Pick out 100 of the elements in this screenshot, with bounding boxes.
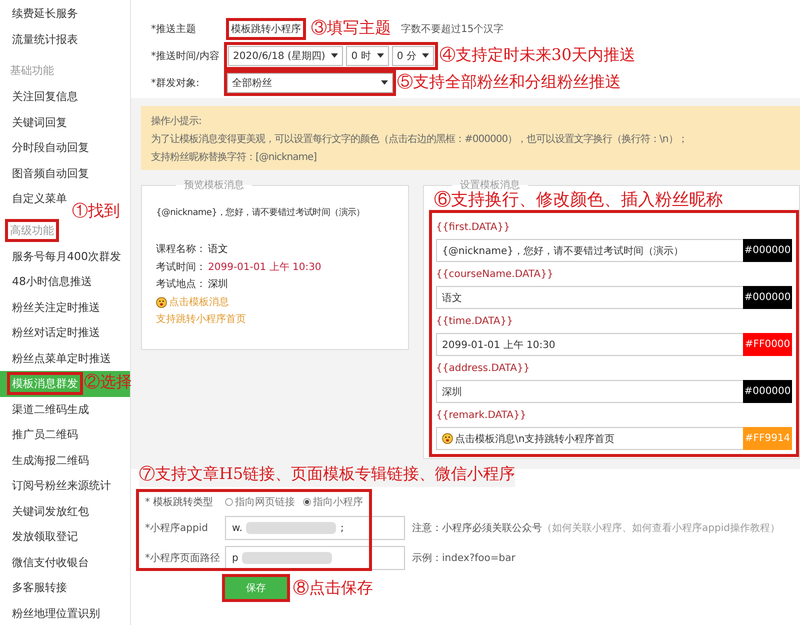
caret-icon xyxy=(331,53,338,58)
template-field-input[interactable]: {@nickname}，您好，请不要错过考试时间（演示） xyxy=(436,239,743,262)
input-value: ; xyxy=(340,522,344,534)
field-key: {{time.DATA}} xyxy=(436,309,792,333)
sidebar-item[interactable]: 分时段自动回复 xyxy=(0,135,95,160)
preview-field-label: 考试地点： xyxy=(156,278,206,292)
color-swatch-button[interactable]: #000000 xyxy=(743,239,792,262)
sidebar-item[interactable]: 服务号每月400次群发 xyxy=(0,244,127,269)
sidebar-item[interactable]: 订阅号粉丝来源统计 xyxy=(0,473,117,498)
note-text: 示例：index?foo=bar xyxy=(412,552,516,565)
sidebar-item[interactable]: 发放领取登记 xyxy=(0,524,84,550)
sidebar-item[interactable]: 自定义菜单 xyxy=(0,186,73,212)
form-label: * 模板跳转类型 xyxy=(145,496,214,509)
sidebar-item-label: 粉丝地理位置识别 xyxy=(11,606,101,622)
sidebar-item-label: 生成海报二维码 xyxy=(11,452,90,469)
sidebar-item[interactable]: 微信支付收银台 xyxy=(0,550,95,575)
tips-text: 支持粉丝昵称替换字符：[@nickname] xyxy=(151,150,318,164)
preview-field-label: 考试时间： xyxy=(156,260,206,274)
caret-icon xyxy=(381,80,388,85)
annotation-text: ⑦支持文章H5链接、页面模板专辑链接、微信小程序 xyxy=(139,464,516,487)
sidebar-item-label: 多客服转接 xyxy=(11,580,68,596)
template-field-input[interactable]: 2099-01-01 上午 10:30 xyxy=(436,333,743,356)
form-label: *推送主题 xyxy=(151,22,197,36)
form-label: *小程序appid xyxy=(145,522,209,535)
sidebar-item[interactable]: 渠道二维码生成 xyxy=(0,396,95,422)
annotation-text: ⑤支持全部粉丝和分组粉丝推送 xyxy=(397,72,621,93)
emoji-face-icon xyxy=(442,433,453,444)
sidebar-item-label: 发放领取登记 xyxy=(11,529,79,546)
page-path-input[interactable]: p xyxy=(225,546,405,570)
color-swatch-button[interactable]: #FF0000 xyxy=(743,333,792,356)
dropdown[interactable]: 0 时 xyxy=(346,46,389,66)
sidebar-item-label: 粉丝点菜单定时推送 xyxy=(11,350,112,367)
sidebar-item[interactable]: 粉丝关注定时推送 xyxy=(0,294,106,320)
field-key: {{remark.DATA}} xyxy=(436,403,792,427)
sidebar-item-label: 流量统计报表 xyxy=(11,32,79,48)
sidebar-item-label: 模板消息群发 xyxy=(10,375,80,392)
annotation-text: ⑥支持换行、修改颜色、插入粉丝昵称 xyxy=(434,190,724,211)
field-key: {{courseName.DATA}} xyxy=(436,262,792,286)
field-key: {{address.DATA}} xyxy=(436,356,792,380)
radio-label: 指向网页链接 xyxy=(235,496,295,509)
emoji-face-icon xyxy=(156,296,167,308)
radio-button[interactable] xyxy=(303,498,311,506)
template-field-input[interactable]: 深圳 xyxy=(436,380,743,403)
template-field-input[interactable]: 语文 xyxy=(436,286,743,309)
tips-title: 操作小提示: xyxy=(151,114,202,128)
radio-button[interactable] xyxy=(225,498,233,506)
input-value: p xyxy=(232,552,238,564)
sidebar-item[interactable]: 续费延长服务 xyxy=(0,1,84,26)
preview-remark: 点击模板消息 xyxy=(169,296,229,310)
preview-field-value: 2099-01-01 上午 10:30 xyxy=(208,260,322,274)
sidebar-item[interactable]: 粉丝对话定时推送 xyxy=(0,320,106,346)
sidebar-section-heading: 高级功能 xyxy=(8,222,56,238)
dropdown[interactable]: 2020/6/18 (星期四) xyxy=(228,46,344,66)
radio-option[interactable]: 指向小程序 xyxy=(303,495,363,509)
sidebar-item[interactable]: 关键词发放红包 xyxy=(0,498,95,524)
caret-icon xyxy=(376,53,384,58)
annotation-text: ⑧点击保存 xyxy=(293,578,373,598)
radio-option[interactable]: 指向网页链接 xyxy=(225,495,295,509)
annotation-text: ①找到 xyxy=(72,201,120,222)
appid-input[interactable]: w. ; xyxy=(225,516,405,540)
input-value: {@nickname}，您好，请不要错过考试时间（演示） xyxy=(442,244,684,258)
preview-field-label: 课程名称： xyxy=(156,243,206,257)
sidebar-item[interactable]: 关注回复信息 xyxy=(0,84,84,110)
sidebar-item-label: 微信支付收银台 xyxy=(11,554,90,571)
panel-legend: 预览模板消息 xyxy=(176,178,252,192)
sidebar-item-label: 续费延长服务 xyxy=(11,6,79,22)
field-key: {{first.DATA}} xyxy=(436,215,792,239)
sidebar-item[interactable]: 48小时信息推送 xyxy=(0,269,98,294)
sidebar-item[interactable]: 图音频自动回复 xyxy=(0,160,95,186)
panel-legend: 设置模板消息 xyxy=(452,178,528,192)
radio-label: 指向小程序 xyxy=(313,496,363,509)
preview-field-value: 深圳 xyxy=(208,278,228,292)
note-text: 注意：小程序必须关联公众号（如何关联小程序、如何查看小程序appid操作教程） xyxy=(412,522,780,535)
sidebar-item[interactable]: 推广员二维码 xyxy=(0,422,84,448)
hint-text: 字数不要超过15个汉字 xyxy=(401,22,504,36)
input-value: w. xyxy=(232,522,242,534)
template-field-input[interactable]: 点击模板消息\n支持跳转小程序首页 xyxy=(436,427,743,450)
sidebar-item-label: 订阅号粉丝来源统计 xyxy=(11,478,112,494)
sidebar-item[interactable]: 生成海报二维码 xyxy=(0,448,95,473)
annotation-text: ③填写主题 xyxy=(311,18,391,39)
tips-text: 为了让模板消息变得更美观，可以设置每行文字的颜色（点击右边的黑框：#000000），也可以设置文字换行（换行符：\n）； xyxy=(151,132,688,146)
sidebar-item-label: 自定义菜单 xyxy=(11,191,68,208)
preview-field-value: 语文 xyxy=(208,242,228,257)
annotation-text: ④支持定时未来30天内推送 xyxy=(439,45,636,66)
form-label: *小程序页面路径 xyxy=(145,552,221,565)
input-value: 语文 xyxy=(442,292,462,304)
sidebar-item-label: 粉丝对话定时推送 xyxy=(11,325,101,342)
sidebar-item-label: 粉丝关注定时推送 xyxy=(11,300,101,316)
sidebar-item[interactable]: 粉丝地理位置识别 xyxy=(0,600,106,625)
input-value: 点击模板消息\n支持跳转小程序首页 xyxy=(455,432,615,446)
sidebar-item[interactable]: 流量统计报表 xyxy=(0,26,84,52)
sidebar-item[interactable]: 关键词回复 xyxy=(0,110,73,135)
sidebar-item-label: 图音频自动回复 xyxy=(11,166,90,182)
color-swatch-button[interactable]: #000000 xyxy=(743,286,792,309)
sidebar-item[interactable]: 粉丝点菜单定时推送 xyxy=(0,346,117,371)
color-swatch-button[interactable]: #000000 xyxy=(743,380,792,403)
sidebar-item[interactable]: 多客服转接 xyxy=(0,575,73,600)
dropdown[interactable]: 0 分 xyxy=(392,46,434,66)
sidebar-item-label: 48小时信息推送 xyxy=(11,274,93,290)
sidebar-item-label: 关注回复信息 xyxy=(11,89,79,106)
